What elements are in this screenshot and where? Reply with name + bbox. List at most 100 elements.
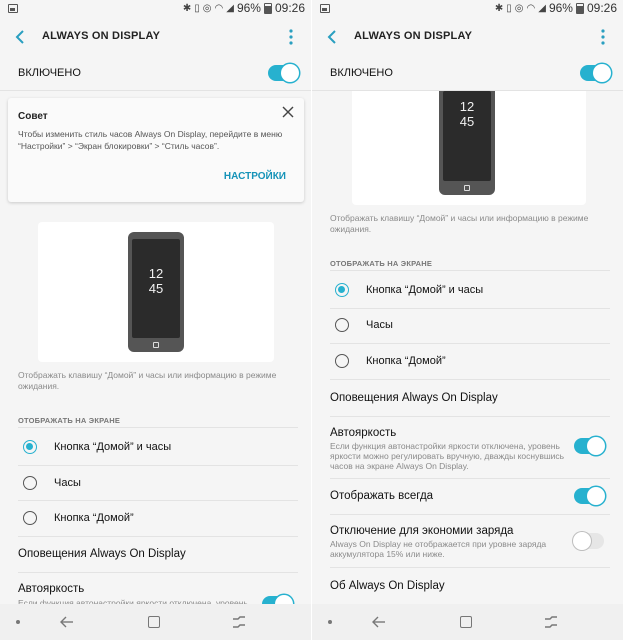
nav-dot-icon[interactable] <box>328 620 332 624</box>
master-switch[interactable] <box>268 64 299 82</box>
divider <box>18 536 298 537</box>
notifications-item[interactable]: Оповещения Always On Display <box>18 548 186 560</box>
preview-clock-hour: 12 <box>459 99 475 114</box>
radio-home-and-clock[interactable] <box>23 440 37 454</box>
vibrate-icon: ▯ <box>506 3 512 14</box>
option-label[interactable]: Кнопка “Домой” <box>54 512 134 524</box>
option-label[interactable]: Кнопка “Домой” <box>366 355 446 367</box>
right-screen: ✱ ▯ ◎ ◠ ◢ 96% 09:26 ALWAYS ON DISPLAY ВК… <box>312 0 623 640</box>
nav-dot-icon[interactable] <box>16 620 20 624</box>
battery-percent: 96% <box>548 1 573 15</box>
close-icon[interactable] <box>282 106 294 118</box>
description: Отображать клавишу “Домой” и часы или ин… <box>18 370 277 391</box>
auto-brightness-description: Если функция автонастройки яркости отклю… <box>330 441 565 471</box>
battery-percent: 96% <box>236 1 261 15</box>
divider <box>18 572 298 573</box>
divider <box>330 379 610 380</box>
battery-icon <box>575 3 584 14</box>
nav-recents-icon[interactable] <box>544 616 558 628</box>
image-notification-icon <box>320 4 330 13</box>
status-bar: ✱ ▯ ◎ ◠ ◢ 96% 09:26 <box>312 0 623 18</box>
divider <box>330 514 610 515</box>
section-header: ОТОБРАЖАТЬ НА ЭКРАНЕ <box>330 259 433 268</box>
vibrate-icon: ▯ <box>194 3 200 14</box>
radio-clock[interactable] <box>335 318 349 332</box>
divider <box>18 465 298 466</box>
signal-icon: ◢ <box>226 3 234 14</box>
back-arrow-icon[interactable] <box>326 29 340 45</box>
nav-back-icon[interactable] <box>372 615 386 629</box>
back-arrow-icon[interactable] <box>14 29 28 45</box>
tip-card: Совет Чтобы изменить стиль часов Always … <box>8 98 304 202</box>
bluetooth-icon: ✱ <box>182 3 192 14</box>
auto-brightness-label[interactable]: Автояркость <box>18 583 84 595</box>
more-options-icon[interactable] <box>601 29 605 45</box>
preview-box: 12 45 <box>352 91 586 205</box>
divider <box>18 427 298 428</box>
radio-clock[interactable] <box>23 476 37 490</box>
master-switch-label: ВКЛЮЧЕНО <box>18 67 81 79</box>
left-screen: ✱ ▯ ◎ ◠ ◢ 96% 09:26 ALWAYS ON DISPLAY ВК… <box>0 0 311 640</box>
power-saving-label[interactable]: Отключение для экономии заряда <box>330 525 513 537</box>
signal-icon: ◢ <box>538 3 546 14</box>
clock: 09:26 <box>274 1 305 15</box>
always-show-switch[interactable] <box>574 487 605 505</box>
power-saving-switch[interactable] <box>573 532 604 550</box>
home-key-icon <box>464 185 470 191</box>
page-title: ALWAYS ON DISPLAY <box>354 30 473 42</box>
divider <box>330 416 610 417</box>
notifications-item[interactable]: Оповещения Always On Display <box>330 392 498 404</box>
power-saving-description: Always On Display не отображается при ур… <box>330 539 547 559</box>
status-bar: ✱ ▯ ◎ ◠ ◢ 96% 09:26 <box>0 0 311 18</box>
preview-clock-minute: 45 <box>459 114 475 129</box>
system-icons: ✱ ▯ ◎ ◠ ◢ 96% 09:26 <box>183 2 305 15</box>
preview-clock-hour: 12 <box>148 266 164 281</box>
app-bar: ALWAYS ON DISPLAY <box>0 18 311 56</box>
settings-button[interactable]: НАСТРОЙКИ <box>224 171 286 182</box>
nav-home-icon[interactable] <box>460 616 472 628</box>
nav-home-icon[interactable] <box>148 616 160 628</box>
nav-recents-icon[interactable] <box>232 616 246 628</box>
radio-home-button[interactable] <box>23 511 37 525</box>
nav-back-icon[interactable] <box>60 615 74 629</box>
page-title: ALWAYS ON DISPLAY <box>42 30 161 42</box>
navigation-bar <box>312 604 623 640</box>
divider <box>330 478 610 479</box>
app-bar: ALWAYS ON DISPLAY <box>312 18 623 56</box>
option-label[interactable]: Кнопка “Домой” и часы <box>366 284 483 296</box>
divider <box>330 567 610 568</box>
option-label[interactable]: Часы <box>54 477 81 489</box>
bluetooth-icon: ✱ <box>494 3 504 14</box>
nfc-icon: ◎ <box>514 3 524 14</box>
radio-home-and-clock[interactable] <box>335 283 349 297</box>
section-header: ОТОБРАЖАТЬ НА ЭКРАНЕ <box>18 416 121 425</box>
radio-home-button[interactable] <box>335 354 349 368</box>
navigation-bar <box>0 604 311 640</box>
option-label[interactable]: Часы <box>366 319 393 331</box>
master-switch-label: ВКЛЮЧЕНО <box>330 67 393 79</box>
master-switch[interactable] <box>580 64 611 82</box>
divider <box>18 500 298 501</box>
preview-box: 12 45 <box>38 222 274 362</box>
about-item[interactable]: Об Always On Display <box>330 580 445 592</box>
description: Отображать клавишу “Домой” и часы или ин… <box>330 213 589 234</box>
divider <box>330 343 610 344</box>
divider <box>330 270 610 271</box>
always-show-label[interactable]: Отображать всегда <box>330 490 433 502</box>
home-key-icon <box>153 342 159 348</box>
auto-brightness-switch[interactable] <box>574 437 605 455</box>
wifi-icon: ◠ <box>526 3 536 14</box>
divider <box>330 308 610 309</box>
divider <box>0 90 311 91</box>
option-label[interactable]: Кнопка “Домой” и часы <box>54 441 171 453</box>
clock: 09:26 <box>586 1 617 15</box>
wifi-icon: ◠ <box>214 3 224 14</box>
image-notification-icon <box>8 4 18 13</box>
phone-preview: 12 45 <box>439 91 495 195</box>
more-options-icon[interactable] <box>289 29 293 45</box>
tip-title: Совет <box>18 111 48 122</box>
nfc-icon: ◎ <box>202 3 212 14</box>
system-icons: ✱ ▯ ◎ ◠ ◢ 96% 09:26 <box>495 2 617 15</box>
preview-clock-minute: 45 <box>148 281 164 296</box>
auto-brightness-label[interactable]: Автояркость <box>330 427 396 439</box>
